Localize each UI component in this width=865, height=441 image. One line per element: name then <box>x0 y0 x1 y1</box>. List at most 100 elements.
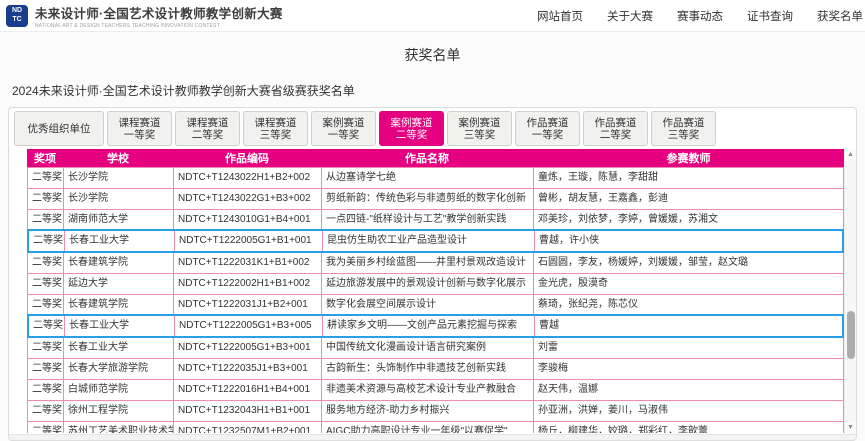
horizontal-scrollbar[interactable] <box>9 434 856 441</box>
vertical-scrollbar[interactable]: ▲ ▼ <box>844 149 856 434</box>
nav-item[interactable]: 获奖名单 <box>817 8 863 24</box>
tab-label-line1: 案例赛道 <box>459 117 501 129</box>
table-row[interactable]: 二等奖延边大学NDTC+T1222002H1+B1+002延边旅游发展中的景观设… <box>27 273 844 295</box>
table-row[interactable]: 二等奖湖南师范大学NDTC+T1243010G1+B4+001一点四链-"纸样设… <box>27 209 844 231</box>
tab-优秀组织单位[interactable]: 优秀组织单位 <box>14 111 104 146</box>
table-row-highlighted[interactable]: 二等奖长春工业大学NDTC+T1222005G1+B1+001昆虫仿生助农工业产… <box>27 229 844 253</box>
title-cell: 耕读家乡文明——文创产品元素挖掘与探索 <box>323 316 535 336</box>
award-cell: 二等奖 <box>29 231 65 251</box>
nav-item[interactable]: 关于大赛 <box>607 8 653 24</box>
tab-label-line2: 三等奖 <box>668 129 700 141</box>
tab-课程赛道三等奖[interactable]: 课程赛道三等奖 <box>243 111 308 146</box>
award-cell: 二等奖 <box>28 422 64 433</box>
table-row[interactable]: 二等奖长春工业大学NDTC+T1222005G1+B3+001中国传统文化漫画设… <box>27 337 844 359</box>
teachers-cell: 刘雷 <box>534 338 843 358</box>
scrollbar-track[interactable] <box>845 161 856 422</box>
table-row-highlighted[interactable]: 二等奖长春工业大学NDTC+T1222005G1+B3+005耕读家乡文明——文… <box>27 314 844 338</box>
tab-label-line1: 作品赛道 <box>595 117 637 129</box>
award-cell: 二等奖 <box>28 401 64 421</box>
teachers-cell: 曾彬，胡友慧，王嘉鑫，彭迪 <box>534 189 843 209</box>
school-cell: 苏州工艺美术职业技术学院 <box>64 422 174 433</box>
tab-课程赛道二等奖[interactable]: 课程赛道二等奖 <box>175 111 240 146</box>
table-row[interactable]: 二等奖徐州工程学院NDTC+T1232043H1+B1+001服务地方经济-助力… <box>27 400 844 422</box>
tab-label-line1: 案例赛道 <box>323 117 365 129</box>
awards-panel: 优秀组织单位课程赛道一等奖课程赛道二等奖课程赛道三等奖案例赛道一等奖案例赛道二等… <box>8 107 857 441</box>
page-title: 获奖名单 <box>0 45 865 65</box>
tab-案例赛道二等奖[interactable]: 案例赛道二等奖 <box>379 111 444 146</box>
award-category-tabs: 优秀组织单位课程赛道一等奖课程赛道二等奖课程赛道三等奖案例赛道一等奖案例赛道二等… <box>9 111 856 146</box>
tab-label-line2: 三等奖 <box>464 129 496 141</box>
table-row[interactable]: 二等奖长沙学院NDTC+T1243022H1+B2+002从边塞诗学七绝童炼，王… <box>27 167 844 189</box>
award-cell: 二等奖 <box>28 274 64 294</box>
tab-label-line1: 优秀组织单位 <box>28 123 91 135</box>
code-cell: NDTC+T1232507M1+B2+001 <box>174 422 322 433</box>
nav-item[interactable]: 网站首页 <box>537 8 583 24</box>
tab-案例赛道一等奖[interactable]: 案例赛道一等奖 <box>311 111 376 146</box>
teachers-cell: 蔡琦，张纪尧，陈芯仪 <box>534 295 843 315</box>
school-cell: 延边大学 <box>64 274 174 294</box>
code-cell: NDTC+T1222002H1+B1+002 <box>174 274 322 294</box>
teachers-cell: 赵天伟，温娜 <box>534 380 843 400</box>
tab-label-line1: 作品赛道 <box>527 117 569 129</box>
awards-table: 奖项学校作品编码作品名称参赛教师 二等奖长沙学院NDTC+T1243022H1+… <box>27 149 844 434</box>
teachers-cell: 邓美珍，刘依梦，李婷，曾媛媛，苏湘文 <box>534 210 843 230</box>
code-cell: NDTC+T1243022H1+B2+002 <box>174 168 322 188</box>
award-cell: 二等奖 <box>28 189 64 209</box>
school-cell: 徐州工程学院 <box>64 401 174 421</box>
scrollbar-thumb[interactable] <box>847 311 855 359</box>
table-row[interactable]: 二等奖长沙学院NDTC+T1243022G1+B3+002剪纸新韵：传统色彩与非… <box>27 188 844 210</box>
tab-label-line1: 课程赛道 <box>187 117 229 129</box>
tab-案例赛道三等奖[interactable]: 案例赛道三等奖 <box>447 111 512 146</box>
code-cell: NDTC+T1232043H1+B1+001 <box>174 401 322 421</box>
code-cell: NDTC+T1222031J1+B2+001 <box>174 295 322 315</box>
teachers-cell: 李骏梅 <box>534 359 843 379</box>
code-cell: NDTC+T1243010G1+B4+001 <box>174 210 322 230</box>
table-row[interactable]: 二等奖长春建筑学院NDTC+T1222031J1+B2+001数字化会展空间展示… <box>27 294 844 316</box>
scroll-up-icon[interactable]: ▲ <box>847 149 854 161</box>
table-row[interactable]: 二等奖白城师范学院NDTC+T1222016H1+B4+001非遗美术资源与高校… <box>27 379 844 401</box>
nav-item[interactable]: 赛事动态 <box>677 8 723 24</box>
logo-text-bottom: TC <box>12 16 21 24</box>
tab-作品赛道三等奖[interactable]: 作品赛道三等奖 <box>651 111 716 146</box>
school-cell: 白城师范学院 <box>64 380 174 400</box>
award-cell: 二等奖 <box>29 316 65 336</box>
brand-title: 未来设计师·全国艺术设计教师教学创新大赛 <box>35 3 283 22</box>
code-cell: NDTC+T1222005G1+B1+001 <box>175 231 323 251</box>
main-nav: 网站首页关于大赛赛事动态证书查询获奖名单联系我们NCDA大赛 <box>537 0 865 31</box>
brand-block: 未来设计师·全国艺术设计教师教学创新大赛 NATIONAL ART & DESI… <box>35 3 283 29</box>
teachers-cell: 孙亚洲，洪婵，姜川，马淑伟 <box>534 401 843 421</box>
award-cell: 二等奖 <box>28 380 64 400</box>
column-header: 作品名称 <box>321 150 533 166</box>
tab-作品赛道一等奖[interactable]: 作品赛道一等奖 <box>515 111 580 146</box>
teachers-cell: 杨丘，柳建华，姣璐，郑彩红，李歆蕾 <box>534 422 843 433</box>
title-cell: 非遗美术资源与高校艺术设计专业产教融合 <box>322 380 534 400</box>
column-header: 奖项 <box>27 150 63 166</box>
teachers-cell: 金光虎，殷漠奇 <box>534 274 843 294</box>
code-cell: NDTC+T1222005G1+B3+001 <box>174 338 322 358</box>
school-cell: 长春工业大学 <box>64 338 174 358</box>
tab-作品赛道二等奖[interactable]: 作品赛道二等奖 <box>583 111 648 146</box>
table-row[interactable]: 二等奖长春大学旅游学院NDTC+T1222035J1+B3+001古韵新生：头饰… <box>27 358 844 380</box>
award-cell: 二等奖 <box>28 253 64 273</box>
top-bar: ND TC 未来设计师·全国艺术设计教师教学创新大赛 NATIONAL ART … <box>0 0 865 32</box>
teachers-cell: 石圆圆，李友，杨媛婷，刘媛媛，邹莹，赵文璐 <box>534 253 843 273</box>
brand-subtitle: NATIONAL ART & DESIGN TEACHERS TEACHING … <box>35 23 283 29</box>
code-cell: NDTC+T1222035J1+B3+001 <box>174 359 322 379</box>
tab-label-line2: 二等奖 <box>396 129 428 141</box>
title-cell: 从边塞诗学七绝 <box>322 168 534 188</box>
table-row[interactable]: 二等奖长春建筑学院NDTC+T1222031K1+B1+002我为美丽乡村绘蓝图… <box>27 252 844 274</box>
tab-课程赛道一等奖[interactable]: 课程赛道一等奖 <box>107 111 172 146</box>
title-cell: 古韵新生：头饰制作中非遗技艺创新实践 <box>322 359 534 379</box>
ncda-logo-icon[interactable]: ND TC <box>6 5 28 27</box>
award-cell: 二等奖 <box>28 168 64 188</box>
column-header: 作品编码 <box>173 150 321 166</box>
school-cell: 长春建筑学院 <box>64 253 174 273</box>
title-cell: 剪纸新韵：传统色彩与非遗剪纸的数字化创新 <box>322 189 534 209</box>
nav-item[interactable]: 证书查询 <box>747 8 793 24</box>
scroll-down-icon[interactable]: ▼ <box>847 422 854 434</box>
tab-label-line1: 案例赛道 <box>391 117 433 129</box>
table-row[interactable]: 二等奖苏州工艺美术职业技术学院NDTC+T1232507M1+B2+001AIG… <box>27 421 844 433</box>
title-cell: AIGC助力高职设计专业一年级"以赛促学" <box>322 422 534 433</box>
awards-list-subtitle: 2024未来设计师·全国艺术设计教师教学创新大赛省级赛获奖名单 <box>12 82 865 99</box>
tab-label-line2: 二等奖 <box>600 129 632 141</box>
